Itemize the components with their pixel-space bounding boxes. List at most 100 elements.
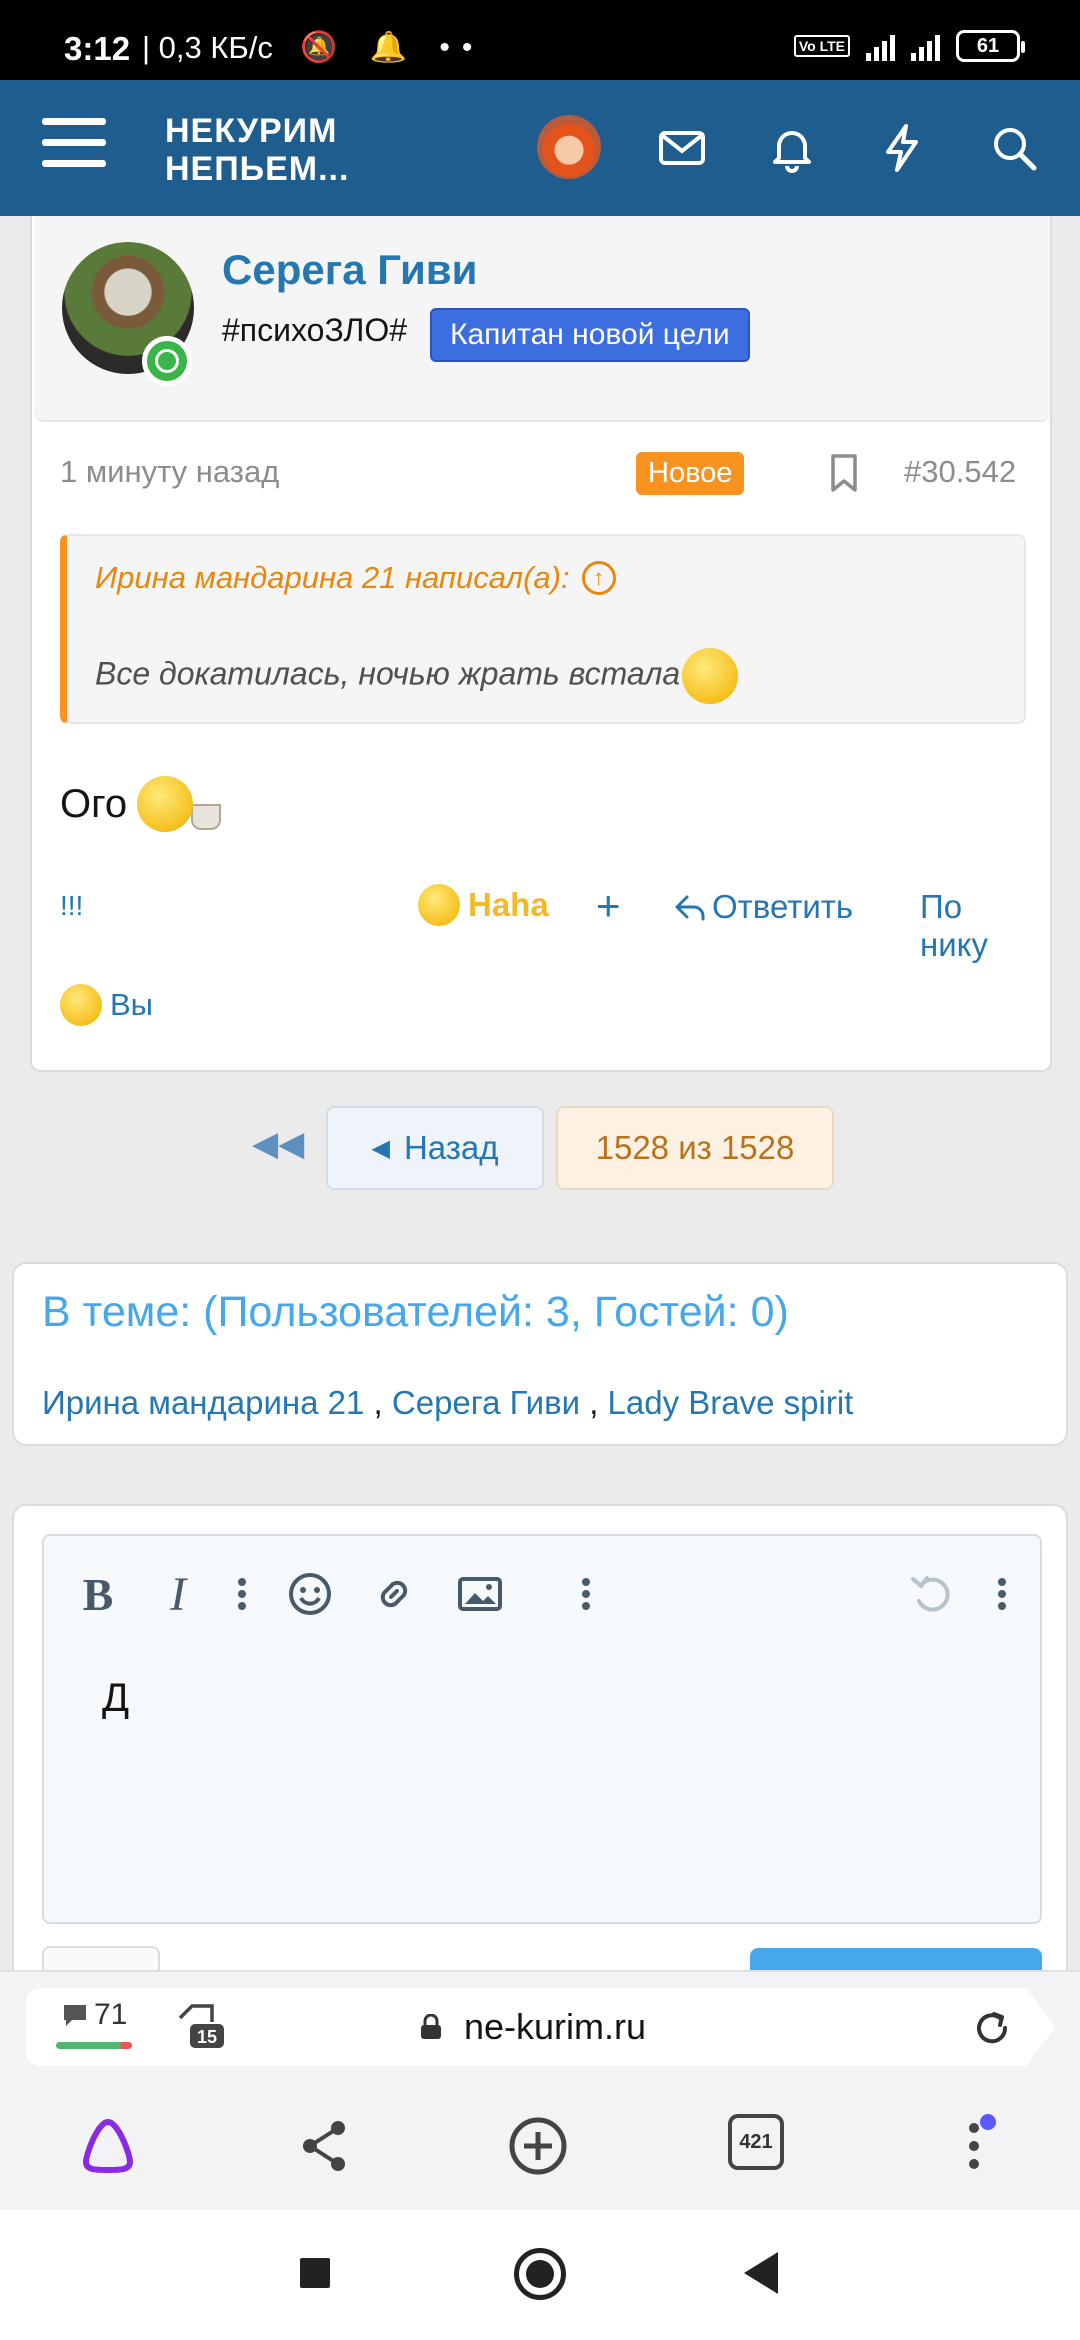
mail-icon[interactable]: [656, 122, 708, 174]
status-bar: 3:12 | 0,3 КБ/с 🔕 🔔 •• Vo LTE 61: [0, 0, 1080, 80]
multi-quote-button[interactable]: +: [596, 882, 621, 930]
current-page-button[interactable]: 1528 из 1528: [556, 1106, 834, 1190]
online-user-link[interactable]: Ирина мандарина 21: [42, 1384, 364, 1421]
vertical-dots-icon: [238, 1578, 246, 1610]
laughing-emoji-icon: [60, 984, 102, 1026]
vertical-dots-icon: [998, 1578, 1006, 1610]
post-user-info: Серега Гиви #психоЗЛО# Капитан новой цел…: [34, 216, 1050, 422]
user-separator: ,: [364, 1384, 392, 1421]
user-avatar[interactable]: [537, 115, 601, 179]
user-banner: Капитан новой цели: [430, 308, 750, 362]
smiley-icon: [289, 1573, 331, 1615]
site-logo[interactable]: НЕКУРИМ НЕПЬЕМ...: [165, 112, 349, 188]
lightning-icon[interactable]: [876, 122, 928, 174]
alice-assistant-icon[interactable]: [76, 2114, 140, 2178]
image-icon: [458, 1577, 502, 1611]
site-header: НЕКУРИМ НЕПЬЕМ...: [0, 80, 1080, 216]
url-text[interactable]: ne-kurim.ru: [464, 2006, 646, 2048]
laughing-emoji-icon: [418, 884, 460, 926]
users-in-thread-list: Ирина мандарина 21 , Серега Гиви , Lady …: [42, 1384, 853, 1422]
comments-button[interactable]: 71: [60, 1998, 127, 2032]
smile-emoji-icon: [682, 648, 739, 704]
reload-icon[interactable]: [972, 2008, 1012, 2048]
prev-page-button[interactable]: ◀ Назад: [326, 1106, 544, 1190]
more-text-options-button[interactable]: [230, 1564, 254, 1624]
reply-editor[interactable]: B I Д: [42, 1534, 1042, 1924]
image-button[interactable]: [450, 1564, 510, 1624]
signal-4g-icon: [866, 31, 895, 61]
battery-level: 61: [976, 34, 1000, 57]
quote-block: Ирина мандарина 21 написал(а): ↑ Все док…: [60, 534, 1026, 724]
more-editor-options-button[interactable]: [990, 1564, 1014, 1624]
quote-author[interactable]: Ирина мандарина 21 написал(а): ↑: [95, 560, 616, 596]
post-number[interactable]: #30.542: [904, 454, 1016, 490]
reply-label: Ответить: [712, 888, 854, 925]
link-button[interactable]: [364, 1564, 424, 1624]
post-author-name[interactable]: Серега Гиви: [222, 246, 477, 294]
coffee-cup-icon: [191, 804, 222, 830]
logo-line1: НЕКУРИМ: [165, 112, 338, 150]
search-icon[interactable]: [988, 122, 1040, 174]
recent-apps-icon[interactable]: [300, 2258, 330, 2288]
status-notification-icons: 🔕 🔔 ••: [300, 31, 485, 64]
new-badge: Новое: [636, 452, 745, 495]
post-time[interactable]: 1 минуту назад: [60, 454, 279, 490]
quote-author-label: Ирина мандарина 21 написал(а):: [95, 560, 570, 595]
home-icon[interactable]: [514, 2248, 566, 2300]
address-bar[interactable]: 71 15 ne-kurim.ru: [26, 1988, 1056, 2066]
share-icon[interactable]: [292, 2114, 356, 2178]
reply-editor-block: B I Д: [12, 1504, 1068, 1988]
browser-url-area: 71 15 ne-kurim.ru: [0, 1970, 1080, 2080]
user-separator: ,: [580, 1384, 608, 1421]
undo-button[interactable]: [902, 1564, 962, 1624]
battery-icon: 61: [956, 30, 1025, 62]
reaction-label: Haha: [468, 886, 549, 923]
volte-icon: Vo LTE: [793, 35, 850, 57]
new-tab-icon[interactable]: [506, 2114, 570, 2178]
status-right-icons: Vo LTE 61: [793, 30, 1025, 62]
reactions-by: Вы: [110, 987, 153, 1022]
bold-button[interactable]: B: [68, 1564, 128, 1624]
editor-toolbar: B I: [44, 1564, 1040, 1624]
users-in-thread-title: В теме: (Пользователей: 3, Гостей: 0): [42, 1288, 789, 1336]
comments-count: 71: [94, 1998, 128, 2031]
online-status-icon: [142, 336, 192, 386]
emoji-button[interactable]: [280, 1564, 340, 1624]
signal-icon: [911, 31, 940, 61]
link-icon: [380, 1580, 408, 1608]
undo-icon: [911, 1576, 950, 1612]
more-insert-options-button[interactable]: [574, 1564, 598, 1624]
report-button[interactable]: !!!: [60, 890, 83, 922]
arrow-up-icon[interactable]: ↑: [581, 561, 616, 595]
status-time: 3:12: [64, 30, 131, 67]
protect-tabs-icon[interactable]: 15: [176, 2002, 228, 2052]
online-user-link[interactable]: Серега Гиви: [392, 1384, 580, 1421]
quote-text: Все докатилась, ночью жрать встала: [95, 648, 739, 704]
reply-button[interactable]: Ответить: [674, 888, 853, 926]
bookmark-icon[interactable]: [826, 452, 862, 494]
by-nick-button[interactable]: По нику: [920, 888, 1026, 964]
editor-content[interactable]: Д: [102, 1676, 129, 1721]
comment-icon: [64, 2005, 86, 2026]
android-nav-bar: [0, 2210, 1080, 2340]
quote-text-content: Все докатилась, ночью жрать встала: [95, 655, 681, 692]
reaction-button[interactable]: Haha: [418, 884, 549, 926]
lock-icon: [421, 2014, 441, 2039]
reactions-summary[interactable]: Вы: [60, 984, 153, 1026]
status-network-speed: | 0,3 КБ/с: [142, 30, 273, 65]
tab-switcher-button[interactable]: 421: [728, 2114, 784, 2170]
more-menu-icon[interactable]: [942, 2114, 1006, 2178]
back-icon[interactable]: [744, 2252, 778, 2294]
post-body-text: Ого: [60, 781, 128, 826]
menu-icon[interactable]: [42, 118, 106, 174]
coffee-smile-emoji-icon: [137, 776, 194, 832]
logo-line2: НЕПЬЕМ...: [165, 150, 350, 188]
vertical-dots-icon: [582, 1578, 590, 1610]
online-user-link[interactable]: Lady Brave spirit: [608, 1384, 854, 1421]
post-body: Ого: [60, 776, 222, 832]
bell-icon[interactable]: [766, 122, 818, 174]
prev-page-label: Назад: [403, 1129, 499, 1166]
italic-button[interactable]: I: [148, 1564, 208, 1624]
first-page-button[interactable]: ◀◀: [252, 1124, 304, 1164]
post-card: Серега Гиви #психоЗЛО# Капитан новой цел…: [30, 216, 1052, 1072]
